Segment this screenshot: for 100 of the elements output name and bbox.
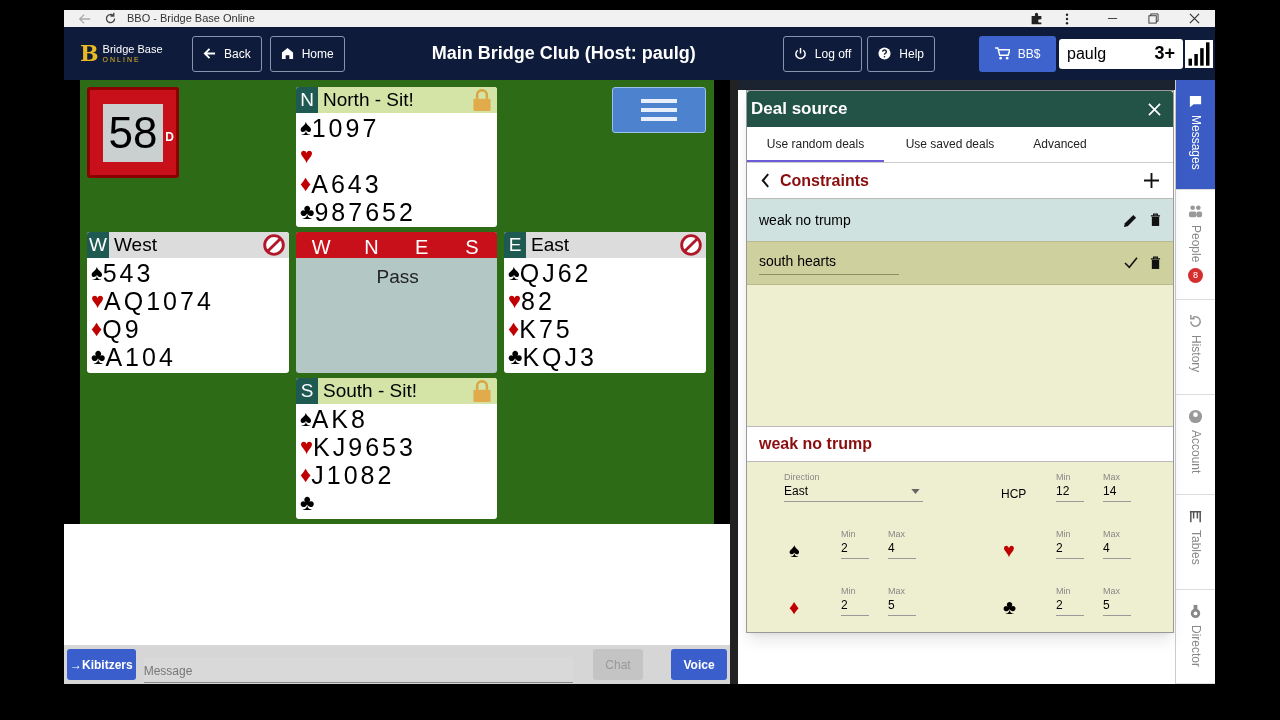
people-icon [1188, 204, 1203, 219]
number-field[interactable]: Max 14 [1103, 471, 1131, 502]
username-field[interactable]: paulg 3+ [1059, 38, 1183, 69]
heart-icon: ♥ [91, 290, 105, 312]
seat-header[interactable]: W West [87, 232, 289, 258]
logo-text: Bridge Base [102, 44, 163, 55]
tab[interactable]: Use saved deals [884, 127, 1016, 162]
back-arrow-icon [203, 47, 216, 60]
tab[interactable]: Advanced [1016, 127, 1104, 162]
number-field[interactable]: Min 12 [1056, 471, 1084, 502]
power-icon [793, 47, 807, 60]
trash-icon[interactable] [1150, 256, 1161, 270]
heart-icon: ♥ [300, 145, 314, 167]
number-field[interactable]: Max 5 [888, 585, 916, 616]
number-field[interactable]: Max 4 [888, 528, 916, 559]
card-holding: 82 [521, 288, 555, 314]
nav-button[interactable]: Home [269, 35, 345, 72]
voice-button[interactable]: Voice [671, 649, 727, 680]
seat-letter: N [296, 87, 318, 113]
diamond-icon: ♦ [300, 173, 312, 195]
number-field[interactable]: Max 5 [1103, 585, 1131, 616]
club-icon: ♣ [91, 346, 106, 368]
puzzle-icon[interactable] [1030, 12, 1043, 25]
reload-icon[interactable] [104, 12, 117, 25]
hcp-label: HCP [1000, 486, 1028, 503]
pencil-icon[interactable] [1123, 212, 1138, 228]
bucks-button[interactable]: BB$ [979, 35, 1056, 72]
menu-button[interactable] [612, 87, 706, 133]
seat-header[interactable]: S South - Sit! [296, 378, 497, 404]
number-field[interactable]: Min 2 [841, 528, 869, 559]
seat-name: East [531, 232, 571, 257]
heart-icon: ♥ [1003, 539, 1015, 561]
number-field[interactable]: Min 2 [1056, 585, 1084, 616]
window-title: BBO - Bridge Base Online [127, 11, 255, 27]
restore-icon[interactable] [1148, 13, 1159, 24]
signal-icon [1185, 39, 1213, 68]
trash-icon[interactable] [1150, 213, 1161, 227]
lock-icon [471, 380, 493, 402]
close-icon[interactable] [1189, 13, 1200, 24]
whistle-icon [1188, 604, 1203, 619]
card-holding: Q9 [102, 316, 142, 342]
plus-icon[interactable] [1144, 173, 1159, 188]
club-icon: ♣ [300, 201, 315, 223]
page-title: Main Bridge Club (Host: paulg) [430, 42, 697, 65]
diamond-icon: ♦ [508, 318, 520, 340]
cart-icon [994, 47, 1010, 60]
seat-column-label: E [413, 235, 430, 260]
seat-letter: S [296, 378, 318, 404]
spade-icon: ♠ [508, 262, 520, 284]
number-field[interactable]: Min 2 [1056, 528, 1084, 559]
seat-letter: E [504, 232, 526, 258]
card-holding: KJ9653 [313, 434, 416, 460]
card-holding: KQJ3 [522, 344, 597, 370]
seat-header[interactable]: E East [504, 232, 706, 258]
diamond-icon: ♦ [789, 596, 800, 618]
dealer-marker: D [165, 129, 174, 146]
heart-icon: ♥ [300, 436, 314, 458]
constraint-row[interactable]: south hearts [747, 242, 1173, 285]
more-icon[interactable] [1065, 12, 1069, 25]
card-holding: 987652 [314, 199, 416, 225]
nav-button[interactable]: Log off [782, 35, 863, 72]
board-number: 58 [103, 103, 163, 162]
prohibited-icon [680, 234, 702, 256]
number-field[interactable]: Max 4 [1103, 528, 1131, 559]
seat-column-label: W [310, 235, 332, 260]
club-icon: ♣ [1003, 596, 1017, 618]
messages-icon [1188, 94, 1203, 109]
detail-title: weak no trump [759, 434, 872, 454]
home-icon [280, 47, 294, 60]
club-icon: ♣ [300, 492, 315, 514]
panel-title: Deal source [751, 98, 849, 121]
kibitzers-button[interactable]: →Kibitzers [67, 649, 136, 680]
rank-label: 3+ [1154, 42, 1175, 65]
account-icon [1188, 409, 1203, 424]
table-icon [1188, 509, 1203, 524]
name-field[interactable]: south hearts [759, 251, 899, 275]
club-icon: ♣ [508, 346, 523, 368]
direction-select[interactable]: Direction East [784, 471, 923, 502]
check-icon[interactable] [1124, 257, 1138, 269]
card-holding: A104 [105, 344, 176, 370]
card-holding: QJ62 [519, 260, 592, 286]
help-icon [878, 47, 892, 60]
constraint-row[interactable]: weak no trump [747, 199, 1173, 242]
prohibited-icon [263, 234, 285, 256]
chevron-left-icon[interactable] [761, 173, 770, 188]
diamond-icon: ♦ [91, 318, 103, 340]
card-holding: 1097 [311, 115, 380, 141]
logo-mark: B [80, 39, 99, 68]
seat-name: South - Sit! [323, 378, 418, 403]
card-holding: AK8 [311, 406, 368, 432]
nav-button[interactable]: Help [867, 35, 935, 72]
seat-header[interactable]: N North - Sit! [296, 87, 497, 113]
spade-icon: ♠ [300, 408, 312, 430]
menu-icon [641, 98, 677, 122]
sidebar-tab[interactable]: Messages [1176, 80, 1215, 190]
nav-button[interactable]: Back [192, 35, 262, 72]
spade-icon: ♠ [300, 117, 312, 139]
number-field[interactable]: Min 2 [841, 585, 869, 616]
card-holding: J1082 [311, 462, 395, 488]
card-holding: A643 [311, 171, 382, 197]
